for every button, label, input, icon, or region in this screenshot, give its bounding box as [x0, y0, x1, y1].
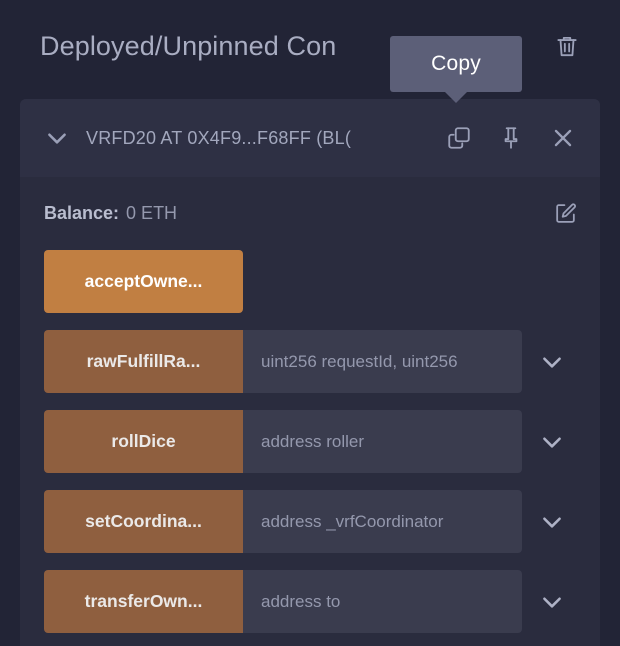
function-row: transferOwn...	[44, 570, 582, 633]
function-call-button[interactable]: rollDice	[44, 410, 243, 473]
tooltip-arrow	[445, 92, 467, 103]
copy-tooltip: Copy	[390, 36, 522, 92]
function-params-input[interactable]	[243, 570, 522, 633]
chevron-down-icon[interactable]	[38, 125, 76, 151]
panel-header: Deployed/Unpinned Con	[0, 0, 620, 92]
contract-name-label: VRFD20 AT 0X4F9...F68FF (BL(	[86, 128, 434, 149]
close-icon[interactable]	[550, 125, 576, 151]
balance-label: Balance:	[44, 203, 119, 224]
chevron-down-icon[interactable]	[522, 410, 582, 473]
pin-icon[interactable]	[498, 125, 524, 151]
function-params-input[interactable]	[243, 490, 522, 553]
copy-icon[interactable]	[446, 125, 472, 151]
function-params-input[interactable]	[243, 410, 522, 473]
function-row: setCoordina...	[44, 490, 582, 553]
function-params-input[interactable]	[243, 330, 522, 393]
function-call-button[interactable]: acceptOwne...	[44, 250, 243, 313]
function-row: acceptOwne...	[44, 250, 582, 313]
trash-icon[interactable]	[554, 32, 580, 60]
function-call-button[interactable]: transferOwn...	[44, 570, 243, 633]
contract-action-icons	[446, 125, 584, 151]
balance-row: Balance: 0 ETH	[20, 177, 600, 226]
contract-function-list: acceptOwne... rawFulfillRa... rollDice setC…	[20, 226, 600, 633]
chevron-down-icon[interactable]	[522, 330, 582, 393]
tooltip-label: Copy	[431, 52, 481, 76]
function-call-button[interactable]: rawFulfillRa...	[44, 330, 243, 393]
balance-value: 0 ETH	[126, 203, 177, 224]
chevron-down-icon[interactable]	[522, 490, 582, 553]
header-actions	[554, 32, 596, 60]
edit-icon[interactable]	[553, 201, 578, 226]
contract-header-bar[interactable]: VRFD20 AT 0X4F9...F68FF (BL(	[20, 99, 600, 177]
deployed-contract-card: VRFD20 AT 0X4F9...F68FF (BL(	[20, 99, 600, 646]
chevron-down-icon[interactable]	[522, 570, 582, 633]
function-call-button[interactable]: setCoordina...	[44, 490, 243, 553]
function-row: rollDice	[44, 410, 582, 473]
function-row: rawFulfillRa...	[44, 330, 582, 393]
